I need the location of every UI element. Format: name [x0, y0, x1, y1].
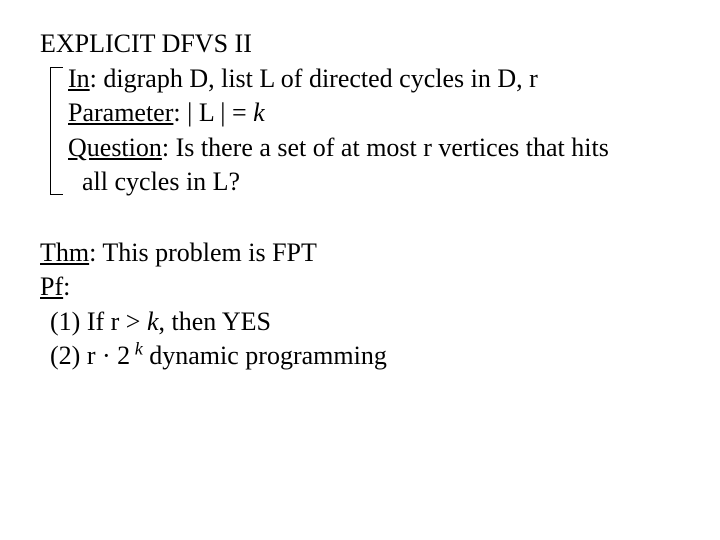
parameter-label: Parameter	[68, 98, 173, 127]
proof-label: Pf	[40, 272, 63, 301]
theorem-line: Thm: This problem is FPT	[40, 237, 680, 270]
definition-list: In: digraph D, list L of directed cycles…	[68, 63, 680, 199]
question-text-2: all cycles in L?	[82, 167, 240, 196]
theorem-label: Thm	[40, 238, 89, 267]
proof-item-1b: , then YES	[159, 307, 271, 336]
proof-item-1-k: k	[147, 307, 159, 336]
parameter-line: Parameter: | L | = k	[68, 97, 680, 130]
problem-title: EXPLICIT DFVS II	[40, 28, 680, 61]
proof-item-2-exp: k	[130, 338, 143, 358]
question-label: Question	[68, 133, 162, 162]
proof-item-1a: (1) If r >	[50, 307, 147, 336]
proof-item-2a: (2) r · 2	[50, 341, 130, 370]
proof-item-2b: dynamic programming	[143, 341, 387, 370]
proof-label-line: Pf:	[40, 271, 680, 304]
input-label: In	[68, 64, 90, 93]
question-line-2: all cycles in L?	[68, 166, 680, 199]
theorem-text: : This problem is FPT	[89, 238, 317, 267]
slide: EXPLICIT DFVS II In: digraph D, list L o…	[0, 0, 720, 373]
input-line: In: digraph D, list L of directed cycles…	[68, 63, 680, 96]
parameter-text: : | L | =	[173, 98, 253, 127]
question-line-1: Question: Is there a set of at most r ve…	[68, 132, 680, 165]
parameter-k: k	[253, 98, 265, 127]
input-text: : digraph D, list L of directed cycles i…	[90, 64, 538, 93]
question-text-1: : Is there a set of at most r vertices t…	[162, 133, 609, 162]
bracket-icon	[50, 67, 63, 195]
proof-item-1: (1) If r > k, then YES	[40, 306, 680, 339]
theorem-block: Thm: This problem is FPT Pf: (1) If r > …	[40, 237, 680, 373]
problem-definition-block: EXPLICIT DFVS II In: digraph D, list L o…	[40, 28, 680, 199]
proof-colon: :	[63, 272, 70, 301]
proof-item-2: (2) r · 2 k dynamic programming	[40, 340, 680, 373]
